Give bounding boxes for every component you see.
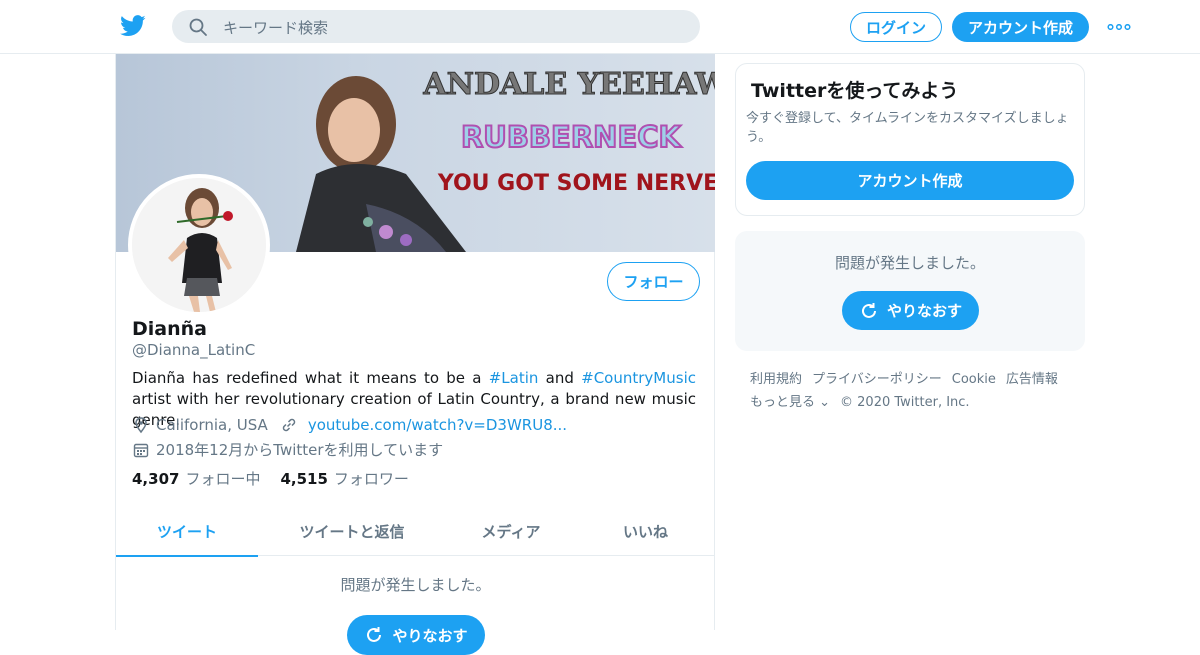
refresh-icon	[367, 627, 382, 642]
profile-tabs: ツイート ツイートと返信 メディア いいね	[116, 506, 715, 557]
search-icon	[189, 18, 207, 36]
footer-link-cookie[interactable]: Cookie	[952, 372, 996, 387]
signup-button[interactable]: アカウント作成	[952, 12, 1089, 42]
footer-link-more[interactable]: もっと見る ⌄	[750, 395, 830, 410]
profile-column: ANDALE YEEHAW RUBBERNECK YOU GOT SOME NE…	[115, 54, 715, 655]
timeline-retry-button[interactable]: やりなおす	[347, 615, 485, 655]
search-bar[interactable]: キーワード検索	[172, 10, 700, 43]
tab-likes[interactable]: いいね	[576, 506, 715, 556]
banner-title-1: ANDALE YEEHAW	[422, 67, 715, 102]
profile-handle[interactable]: @Dianna_LatinC	[132, 341, 255, 359]
profile-name[interactable]: Dianña	[132, 318, 207, 340]
followers-label: フォロワー	[333, 470, 409, 488]
profile-avatar[interactable]	[128, 174, 270, 316]
calendar-icon	[133, 443, 149, 457]
banner-title-2: RUBBERNECK	[461, 120, 683, 154]
profile-location: California, USA	[156, 416, 268, 434]
bio-text: and	[538, 369, 582, 387]
followers-count: 4,515	[280, 470, 328, 488]
follow-button[interactable]: フォロー	[607, 262, 700, 301]
footer-link-ads[interactable]: 広告情報	[1006, 372, 1058, 387]
retry-label: やりなおす	[886, 302, 962, 320]
followers-stat[interactable]: 4,515 フォロワー	[280, 468, 408, 489]
banner-title-3: YOU GOT SOME NERVE	[437, 171, 715, 196]
tab-tweets[interactable]: ツイート	[116, 506, 258, 557]
more-options-icon[interactable]	[1107, 24, 1131, 30]
refresh-icon	[862, 302, 876, 318]
footer-links: 利用規約 プライバシーポリシー Cookie 広告情報 もっと見る ⌄ © 2020 T…	[750, 368, 1070, 414]
bio-text: Dianña has redefined what it means to be…	[132, 369, 489, 387]
link-icon	[282, 418, 296, 432]
signup-card-title: Twitterを使ってみよう	[751, 80, 959, 102]
footer-copyright: © 2020 Twitter, Inc.	[840, 395, 970, 410]
profile-location-row: California, USA youtube.com/watch?v=D3WR…	[132, 416, 567, 434]
retry-label: やりなおす	[392, 626, 468, 645]
profile-website-link[interactable]: youtube.com/watch?v=D3WRU8...	[308, 416, 567, 434]
sidebar-retry-button[interactable]: やりなおす	[842, 291, 979, 330]
hashtag-link-latin[interactable]: #Latin	[489, 369, 539, 387]
tab-tweets-and-replies[interactable]: ツイートと返信	[258, 506, 446, 556]
following-stat[interactable]: 4,307 フォロー中	[132, 468, 260, 489]
following-count: 4,307	[132, 470, 180, 488]
signup-card-button[interactable]: アカウント作成	[746, 161, 1074, 200]
hashtag-link-countrymusic[interactable]: #CountryMusic	[581, 369, 696, 387]
sidebar-error-message: 問題が発生しました。	[834, 254, 985, 272]
following-label: フォロー中	[185, 470, 261, 488]
search-placeholder[interactable]: キーワード検索	[223, 17, 328, 38]
footer-link-privacy[interactable]: プライバシーポリシー	[812, 372, 942, 387]
sidebar-error-card: 問題が発生しました。 やりなおす	[735, 231, 1085, 351]
timeline-error-message: 問題が発生しました。	[340, 576, 491, 594]
tab-media[interactable]: メディア	[446, 506, 576, 556]
signup-card-description: 今すぐ登録して、タイムラインをカスタマイズしましょう。	[746, 111, 1069, 145]
footer-link-terms[interactable]: 利用規約	[750, 372, 802, 387]
signup-card: Twitterを使ってみよう 今すぐ登録して、タイムラインをカスタマイズしましょ…	[735, 63, 1085, 216]
profile-stats: 4,307 フォロー中 4,515 フォロワー	[132, 468, 429, 489]
top-bar: キーワード検索 ログイン アカウント作成	[0, 0, 1200, 54]
location-pin-icon	[135, 417, 147, 434]
profile-joined-row: 2018年12月からTwitterを利用しています	[132, 439, 443, 460]
login-button[interactable]: ログイン	[850, 12, 942, 42]
avatar-image	[132, 178, 266, 312]
twitter-bird-icon[interactable]	[120, 14, 146, 38]
profile-joined-date: 2018年12月からTwitterを利用しています	[156, 441, 444, 459]
